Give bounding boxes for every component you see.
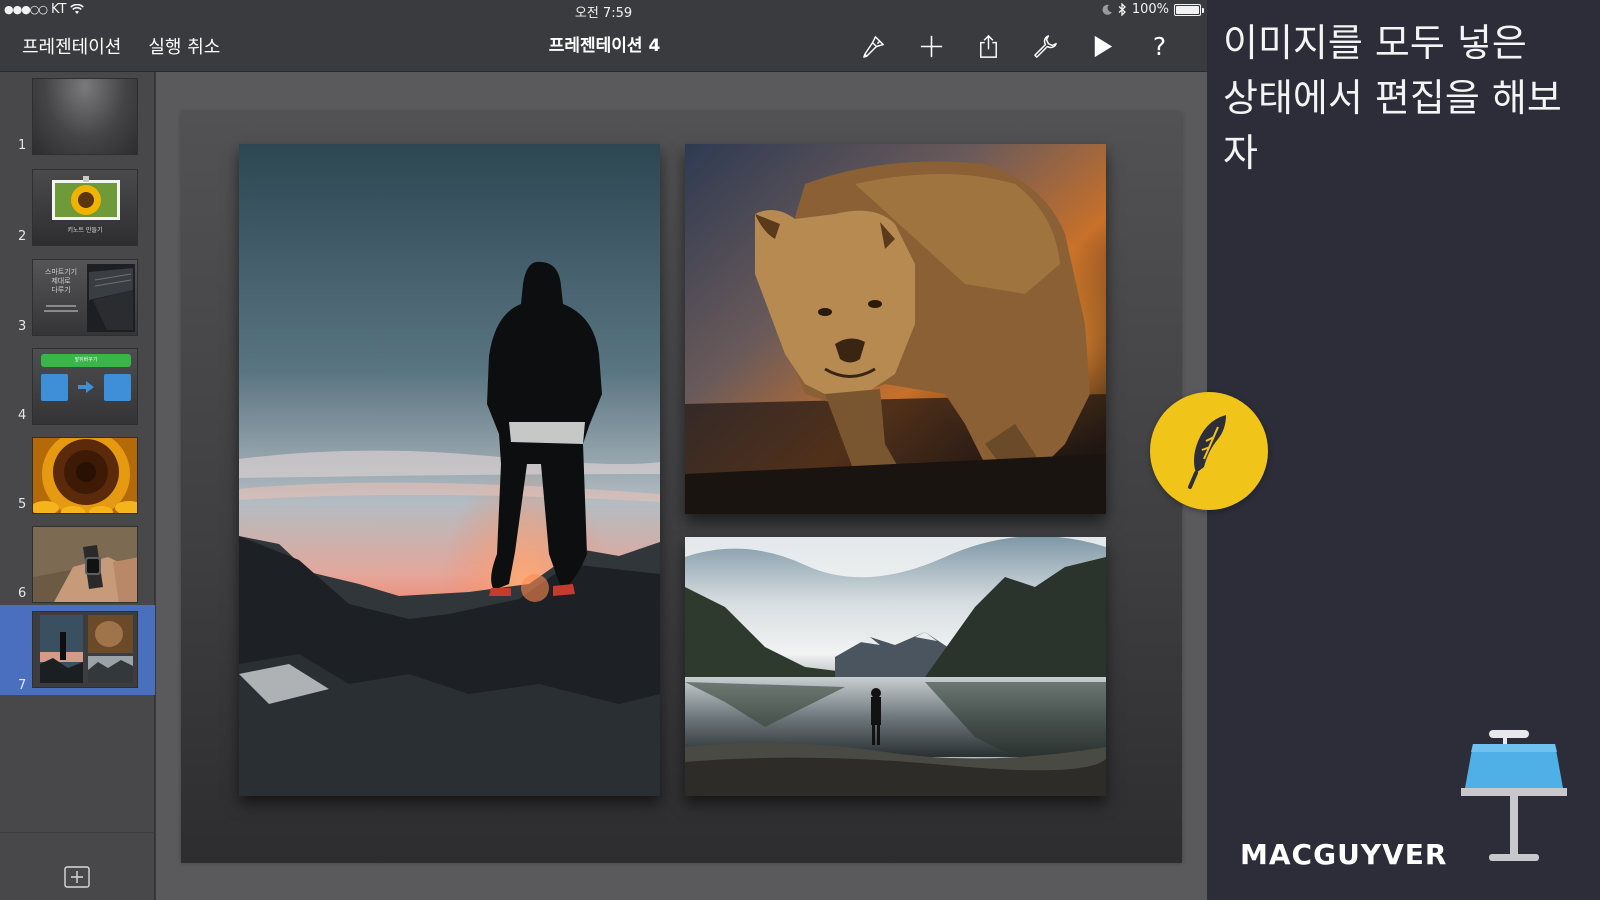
moon-icon — [1102, 4, 1112, 15]
slide-thumbnail-1[interactable]: 1 — [0, 72, 155, 157]
slide-caption: 키노트 만들기 — [67, 227, 103, 234]
help-glyph: ? — [1152, 31, 1167, 61]
slide-number: 6 — [18, 586, 27, 601]
sunflower-photo — [52, 176, 120, 220]
battery-icon — [1174, 3, 1204, 16]
slide-thumbnail-6[interactable]: 6 — [0, 520, 155, 605]
status-bar: ●●●○○ KT 오전 7:59 100% — [0, 0, 1207, 21]
slide-number: 3 — [18, 319, 27, 334]
slide-thumbnail-2[interactable]: 키노트 만들기 2 — [0, 163, 155, 248]
keynote-podium-icon — [1459, 730, 1569, 870]
laptop-photo — [87, 264, 135, 332]
instruction-caption: 이미지를 모두 넣은 상태에서 편집을 해보 자 — [1223, 21, 1562, 175]
ipad-screen: ●●●○○ KT 오전 7:59 100% 프레젠테이션 실행 취소 프레젠테이… — [0, 0, 1207, 900]
slide-preview: 스마트기기 제대로 다루기 — [32, 259, 138, 336]
slide-7[interactable] — [181, 112, 1182, 863]
slide-number: 7 — [18, 678, 27, 693]
slide-thumbnail-3[interactable]: 스마트기기 제대로 다루기 3 — [0, 253, 155, 338]
slide-preview: 앞뒤바꾸기 — [32, 348, 138, 425]
slide-preview — [32, 437, 138, 514]
share-icon[interactable] — [975, 33, 1002, 60]
slide-preview — [32, 78, 138, 155]
slide-thumbnail-5[interactable]: 5 — [0, 431, 155, 516]
format-brush-icon[interactable] — [861, 33, 888, 60]
toolbar: 프레젠테이션 실행 취소 프레젠테이션 4 ? — [0, 20, 1207, 72]
photo-hiker-sunset[interactable] — [239, 144, 660, 796]
play-icon[interactable] — [1089, 33, 1116, 60]
sidebar-divider — [0, 832, 155, 833]
slide-thumbnail-4[interactable]: 앞뒤바꾸기 4 — [0, 342, 155, 427]
clock: 오전 7:59 — [574, 6, 633, 21]
slide-preview: 키노트 만들기 — [32, 169, 138, 246]
brand-name: MACGUYVER — [1240, 838, 1448, 871]
slide-number: 2 — [18, 229, 27, 244]
slide-canvas — [156, 72, 1207, 900]
smartwatch-photo — [33, 527, 137, 602]
slide-number: 4 — [18, 408, 27, 423]
slide-preview — [32, 611, 138, 688]
arrow-right-icon — [78, 381, 94, 393]
sunflower-closeup-photo — [33, 438, 137, 513]
slide-thumbnail-7[interactable]: 7 — [0, 605, 155, 695]
slide-number: 5 — [18, 497, 27, 512]
presentations-button[interactable]: 프레젠테이션 — [22, 33, 121, 59]
wrench-icon[interactable] — [1032, 33, 1059, 60]
battery-percent: 100% — [1131, 2, 1169, 17]
slide-navigator: 1 키노트 만들기 2 스마트기기 제대로 다루기 3 앞뒤바꾸기 4 5 6 … — [0, 72, 155, 900]
slide-number: 1 — [18, 138, 27, 153]
help-icon[interactable]: ? — [1146, 31, 1173, 61]
feather-icon — [1150, 392, 1268, 510]
undo-button[interactable]: 실행 취소 — [148, 33, 220, 59]
bluetooth-icon — [1118, 3, 1126, 16]
slide-banner: 앞뒤바꾸기 — [41, 354, 131, 367]
add-icon[interactable] — [918, 33, 945, 60]
document-title: 프레젠테이션 4 — [548, 36, 661, 56]
photo-lake-mountains[interactable] — [685, 537, 1106, 796]
slide-preview — [32, 526, 138, 603]
plus-square-icon[interactable] — [64, 866, 90, 888]
photo-lioness[interactable] — [685, 144, 1106, 514]
collage-preview — [33, 612, 137, 687]
